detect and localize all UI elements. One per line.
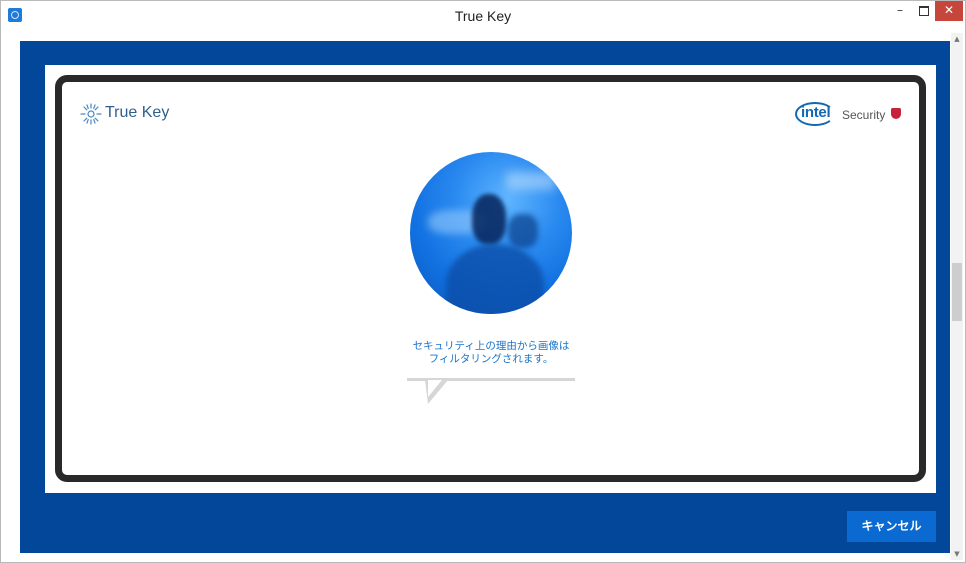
minimize-icon: –: [897, 3, 903, 17]
privacy-message-line-2: フィルタリングされます。: [428, 353, 554, 365]
maximize-icon: [919, 6, 929, 16]
scroll-up-arrow-icon[interactable]: ▲: [951, 33, 963, 45]
truekey-logo-icon: [80, 103, 102, 125]
security-wordmark: Security: [842, 108, 886, 122]
privacy-message: セキュリティ上の理由から画像は フィルタリングされます。: [380, 340, 602, 366]
privacy-message-line-1: セキュリティ上の理由から画像は: [412, 340, 570, 352]
vertical-scrollbar[interactable]: ▲ ▼: [951, 33, 963, 560]
speech-bubble-tail-inner: [428, 380, 442, 397]
face-preview-image: [410, 152, 572, 314]
window-title: True Key: [454, 8, 512, 24]
scroll-down-arrow-icon[interactable]: ▼: [951, 548, 963, 560]
security-shield-icon: [891, 108, 901, 119]
truekey-logo-text: True Key: [105, 104, 170, 121]
title-bar[interactable]: True Key – ✕: [1, 1, 965, 31]
close-icon: ✕: [943, 3, 955, 17]
close-button[interactable]: ✕: [935, 1, 963, 21]
scrollbar-thumb[interactable]: [952, 263, 962, 321]
cancel-button[interactable]: キャンセル: [847, 511, 936, 542]
maximize-button[interactable]: [913, 1, 935, 21]
intel-logo: intel Security: [795, 101, 905, 129]
intel-wordmark: intel: [801, 104, 831, 121]
minimize-button[interactable]: –: [887, 1, 913, 21]
